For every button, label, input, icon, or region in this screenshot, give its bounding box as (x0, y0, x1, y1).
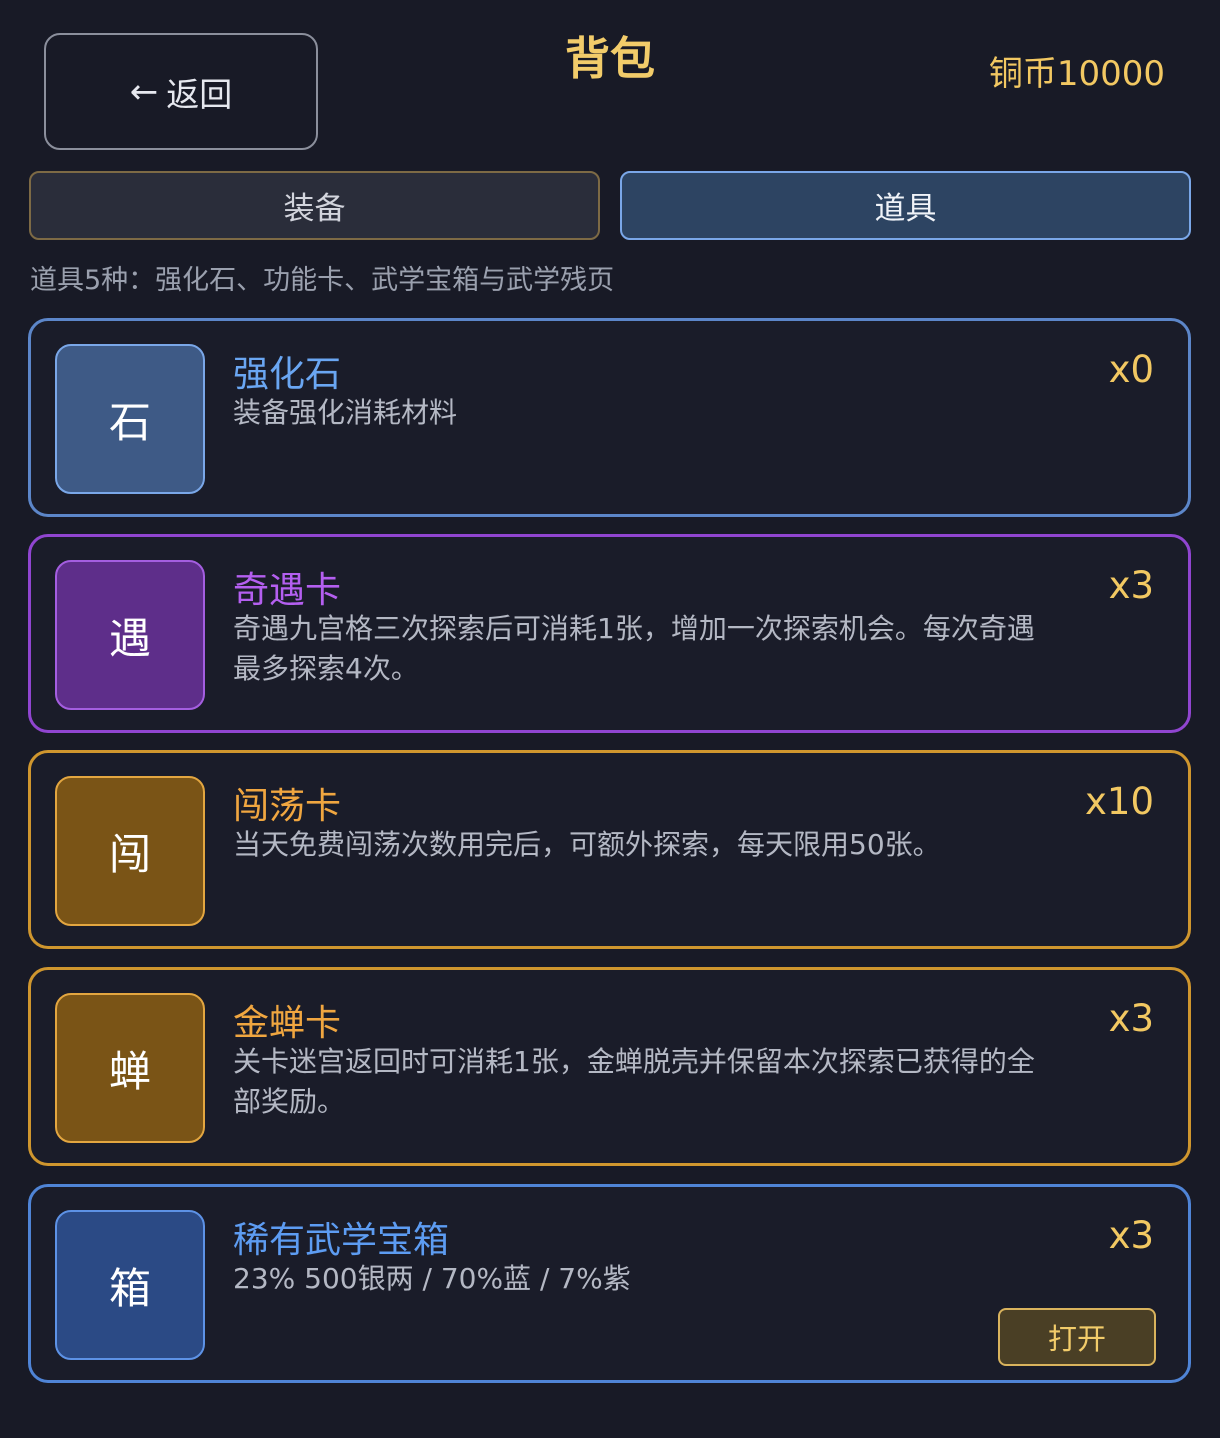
item-name: 稀有武学宝箱 (233, 1220, 450, 1261)
chest-icon: 箱 (55, 1210, 205, 1360)
item-card-strengthen-stone[interactable]: 石 强化石 装备强化消耗材料 x0 (28, 318, 1191, 517)
item-name: 金蝉卡 (233, 1003, 342, 1044)
item-count: x3 (1108, 1214, 1154, 1257)
item-count: x10 (1085, 780, 1154, 823)
item-description: 装备强化消耗材料 (233, 396, 458, 429)
item-description: 关卡迷宫返回时可消耗1张，金蝉脱壳并保留本次探索已获得的全部奖励。 (233, 1045, 1035, 1118)
cicada-card-icon: 蝉 (55, 993, 205, 1143)
adventure-card-icon: 遇 (55, 560, 205, 710)
items-summary: 道具5种：强化石、功能卡、武学宝箱与武学残页 (30, 265, 615, 296)
wander-card-icon: 闯 (55, 776, 205, 926)
tab-items[interactable]: 道具 (620, 171, 1191, 240)
item-card-golden-cicada-card[interactable]: 蝉 金蝉卡 关卡迷宫返回时可消耗1张，金蝉脱壳并保留本次探索已获得的全部奖励。 … (28, 967, 1191, 1166)
open-chest-button[interactable]: 打开 (998, 1308, 1156, 1366)
item-card-adventure-card[interactable]: 遇 奇遇卡 奇遇九宫格三次探索后可消耗1张，增加一次探索机会。每次奇遇最多探索4… (28, 534, 1191, 733)
item-description: 当天免费闯荡次数用完后，可额外探索，每天限用50张。 (233, 828, 941, 861)
stone-icon: 石 (55, 344, 205, 494)
coin-balance: 铜币10000 (988, 54, 1165, 94)
item-description: 23% 500银两 / 70%蓝 / 7%紫 (233, 1262, 631, 1295)
item-count: x3 (1108, 564, 1154, 607)
tab-equipment[interactable]: 装备 (29, 171, 600, 240)
item-name: 闯荡卡 (233, 786, 342, 827)
item-count: x3 (1108, 997, 1154, 1040)
item-count: x0 (1108, 348, 1154, 391)
item-description: 奇遇九宫格三次探索后可消耗1张，增加一次探索机会。每次奇遇最多探索4次。 (233, 612, 1035, 685)
item-card-rare-martial-chest[interactable]: 箱 稀有武学宝箱 23% 500银两 / 70%蓝 / 7%紫 x3 打开 (28, 1184, 1191, 1383)
item-card-wander-card[interactable]: 闯 闯荡卡 当天免费闯荡次数用完后，可额外探索，每天限用50张。 x10 (28, 750, 1191, 949)
item-name: 强化石 (233, 354, 342, 395)
item-name: 奇遇卡 (233, 570, 342, 611)
